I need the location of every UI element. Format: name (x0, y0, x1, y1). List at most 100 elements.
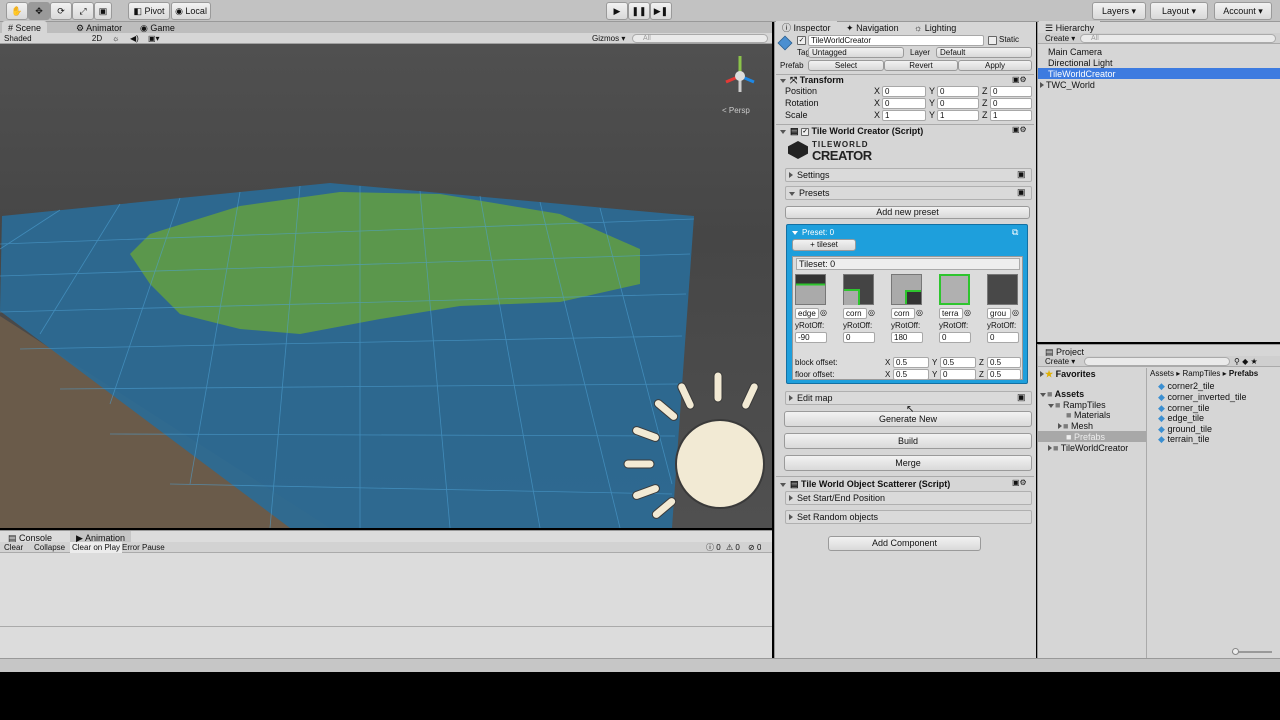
console-warning-count[interactable]: ⚠ 0 (726, 542, 740, 553)
layer-dropdown[interactable]: Default (936, 47, 1032, 58)
tile-field-terrain[interactable]: terra (939, 308, 963, 319)
scale-z-field[interactable]: 1 (990, 110, 1032, 121)
prefab-revert-button[interactable]: Revert (884, 60, 958, 71)
console-clear-on-play-button[interactable]: Clear on Play (70, 542, 123, 553)
account-dropdown[interactable]: Account ▾ (1214, 2, 1272, 20)
shading-mode-dropdown[interactable]: Shaded (4, 33, 82, 44)
object-picker-icon[interactable]: ◎ (868, 308, 875, 317)
project-filter-icons[interactable]: ⚲ ◆ ★ (1234, 356, 1258, 367)
build-button[interactable]: Build (784, 433, 1032, 449)
console-log-count[interactable]: ⓘ 0 (706, 542, 721, 553)
tile-field-corner-2[interactable]: corn (891, 308, 915, 319)
floor-offset-y-field[interactable]: 0 (940, 369, 976, 380)
project-create-dropdown[interactable]: Create ▾ (1045, 356, 1075, 367)
twc-settings-icon[interactable]: ▣⚙ (1012, 125, 1027, 134)
prefab-apply-button[interactable]: Apply (958, 60, 1032, 71)
rot-offset-field-corner[interactable]: 0 (843, 332, 875, 343)
project-file[interactable]: ◆ corner2_tile (1158, 381, 1214, 392)
directional-light-sun-icon[interactable] (622, 370, 772, 528)
add-tileset-button[interactable]: + tileset (792, 239, 856, 251)
pivot-toggle[interactable]: ◧ Pivot (128, 2, 170, 20)
block-offset-y-field[interactable]: 0.5 (940, 357, 976, 368)
position-x-field[interactable]: 0 (882, 86, 926, 97)
rot-offset-field-edge[interactable]: -90 (795, 332, 827, 343)
object-picker-icon[interactable]: ◎ (916, 308, 923, 317)
object-picker-icon[interactable]: ◎ (820, 308, 827, 317)
breadcrumb-item[interactable]: Assets (1150, 369, 1174, 378)
project-search-input[interactable] (1084, 357, 1230, 366)
favorites-folder[interactable]: ★ Favorites (1040, 369, 1096, 380)
layers-dropdown[interactable]: Layers ▾ (1092, 2, 1146, 20)
play-button[interactable]: ▶ (606, 2, 628, 20)
slider-thumb[interactable] (1232, 648, 1239, 655)
add-preset-button[interactable]: Add new preset (785, 206, 1030, 219)
rot-offset-field-terrain[interactable]: 0 (939, 332, 971, 343)
ramptiles-folder[interactable]: ■ RampTiles (1048, 400, 1106, 410)
project-file[interactable]: ◆ edge_tile (1158, 413, 1204, 424)
preset-copy-icon[interactable]: ⧉ (1012, 227, 1018, 238)
block-offset-x-field[interactable]: 0.5 (893, 357, 929, 368)
tileworldcreator-folder[interactable]: ■ TileWorldCreator (1048, 443, 1128, 453)
rotate-tool-button[interactable]: ⟳ (50, 2, 72, 20)
breadcrumb-item-current[interactable]: Prefabs (1229, 369, 1258, 378)
hierarchy-item[interactable]: Main Camera (1048, 47, 1102, 57)
scene-orientation-gizmo[interactable] (720, 52, 760, 96)
scene-search-input[interactable]: All (632, 34, 768, 43)
lighting-toggle-icon[interactable]: ☼ (112, 33, 119, 44)
project-file[interactable]: ◆ terrain_tile (1158, 434, 1209, 445)
presets-menu-icon[interactable]: ▣ (1017, 187, 1026, 198)
assets-folder[interactable]: ■ Assets (1040, 389, 1084, 399)
object-name-field[interactable]: TileWorldCreator (808, 35, 984, 46)
console-collapse-button[interactable]: Collapse (34, 542, 65, 553)
floor-offset-x-field[interactable]: 0.5 (893, 369, 929, 380)
object-picker-icon[interactable]: ◎ (964, 308, 971, 317)
toggle-2d[interactable]: 2D (88, 33, 106, 44)
local-toggle[interactable]: ◉ Local (171, 2, 211, 20)
scale-tool-button[interactable]: ⤢ (72, 2, 94, 20)
console-clear-button[interactable]: Clear (4, 542, 23, 553)
console-error-count[interactable]: ⊘ 0 (748, 542, 761, 553)
active-checkbox[interactable]: ✓ (797, 36, 806, 45)
transform-settings-icon[interactable]: ▣⚙ (1012, 75, 1027, 84)
add-component-button[interactable]: Add Component (828, 536, 981, 551)
twc-enabled-checkbox[interactable]: ✓ (801, 127, 810, 136)
rot-offset-field-corner-2[interactable]: 180 (891, 332, 923, 343)
position-z-field[interactable]: 0 (990, 86, 1032, 97)
breadcrumb-item[interactable]: RampTiles (1182, 369, 1220, 378)
tile-preview-corner[interactable] (843, 274, 874, 305)
move-tool-button[interactable]: ✥ (28, 2, 50, 20)
scale-y-field[interactable]: 1 (937, 110, 979, 121)
tile-field-corner[interactable]: corn (843, 308, 867, 319)
console-error-pause-button[interactable]: Error Pause (122, 542, 165, 553)
rot-offset-field-ground[interactable]: 0 (987, 332, 1019, 343)
rotation-y-field[interactable]: 0 (937, 98, 979, 109)
position-y-field[interactable]: 0 (937, 86, 979, 97)
hierarchy-item[interactable]: Directional Light (1048, 58, 1113, 68)
project-file[interactable]: ◆ corner_inverted_tile (1158, 392, 1246, 403)
tab-lighting[interactable]: ☼ Lighting (908, 21, 962, 35)
layout-dropdown[interactable]: Layout ▾ (1150, 2, 1208, 20)
scatterer-settings-icon[interactable]: ▣⚙ (1012, 478, 1027, 487)
prefab-select-button[interactable]: Select (808, 60, 884, 71)
tile-preview-corner-inverted[interactable] (891, 274, 922, 305)
hand-tool-button[interactable]: ✋ (6, 2, 28, 20)
rect-tool-button[interactable]: ▣ (94, 2, 112, 20)
mesh-folder[interactable]: ■ Mesh (1058, 421, 1093, 431)
preset-title[interactable]: Preset: 0 (792, 228, 834, 237)
icon-size-slider[interactable] (1232, 648, 1272, 655)
audio-toggle-icon[interactable]: ◀) (130, 33, 139, 44)
effects-toggle-icon[interactable]: ▣▾ (148, 33, 160, 44)
project-breadcrumb[interactable]: Assets ▸ RampTiles ▸ Prefabs (1150, 369, 1258, 378)
hierarchy-create-dropdown[interactable]: Create ▾ (1045, 33, 1075, 44)
tab-inspector[interactable]: ⓘ Inspector (776, 21, 837, 35)
tile-preview-terrain[interactable] (939, 274, 970, 305)
materials-folder[interactable]: ■ Materials (1066, 410, 1110, 420)
merge-button[interactable]: Merge (784, 455, 1032, 471)
floor-offset-z-field[interactable]: 0.5 (987, 369, 1021, 380)
gizmos-dropdown[interactable]: Gizmos ▾ (592, 33, 628, 44)
tile-field-edge[interactable]: edge (795, 308, 819, 319)
hierarchy-search-input[interactable]: All (1080, 34, 1276, 43)
tag-dropdown[interactable]: Untagged (808, 47, 904, 58)
block-offset-z-field[interactable]: 0.5 (987, 357, 1021, 368)
tile-preview-edge[interactable] (795, 274, 826, 305)
